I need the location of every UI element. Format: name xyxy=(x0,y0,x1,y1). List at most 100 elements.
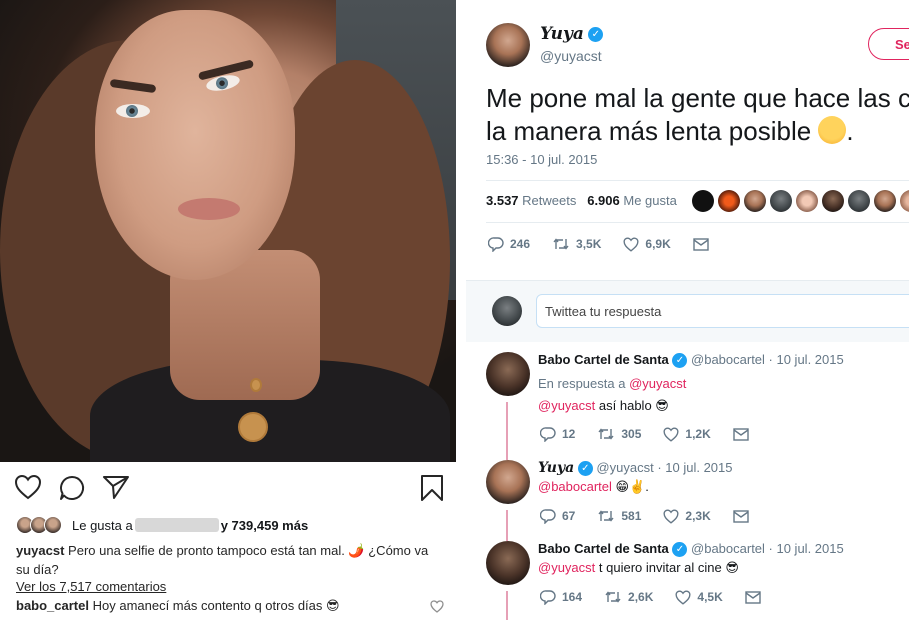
retweet-action[interactable]: 3,5K xyxy=(552,236,601,252)
like-icon xyxy=(675,590,691,605)
reply-avatar[interactable] xyxy=(486,541,530,585)
dm-action[interactable] xyxy=(745,590,767,604)
reply-actions: 67 581 2,3K xyxy=(540,508,777,524)
reply-date[interactable]: · 10 jul. 2015 xyxy=(769,541,844,556)
like-icon xyxy=(623,237,639,252)
reply-tweet[interactable]: Babo Cartel de Santa ✓ @babocartel · 10 … xyxy=(466,352,909,452)
retweet-count: 3,5K xyxy=(576,237,602,251)
comment-username[interactable]: babo_cartel xyxy=(16,598,89,613)
thread-line xyxy=(506,402,508,452)
retweet-action[interactable]: 305 xyxy=(597,426,641,442)
follow-button[interactable]: Se xyxy=(868,28,909,60)
reply-icon xyxy=(540,590,556,605)
reply-author-handle[interactable]: @yuyacst xyxy=(596,460,653,475)
reply-author-handle[interactable]: @babocartel xyxy=(691,352,765,367)
tweet-text-line2: la manera más lenta posible xyxy=(486,116,812,146)
reply-mention[interactable]: @yuyacst xyxy=(538,560,595,575)
author-line: Yuya ✓ xyxy=(540,24,604,44)
retweet-action[interactable]: 2,6K xyxy=(604,589,653,605)
in-reply-handle[interactable]: @yuyacst xyxy=(629,376,686,391)
reply-actions: 12 305 1,2K xyxy=(540,426,777,442)
retweet-icon xyxy=(553,238,569,250)
comment-icon[interactable] xyxy=(58,474,86,507)
blurred-username xyxy=(134,518,219,532)
retweets-label[interactable]: Retweets xyxy=(522,193,576,208)
reply-author-name[interactable]: Babo Cartel de Santa xyxy=(538,541,669,556)
retweet-action[interactable]: 581 xyxy=(597,508,641,524)
reply-tweet[interactable]: Babo Cartel de Santa ✓ @babocartel · 10 … xyxy=(466,534,909,620)
author-handle[interactable]: @yuyacst xyxy=(540,48,602,64)
mail-icon xyxy=(745,590,761,604)
reply-input[interactable]: Twittea tu respuesta xyxy=(536,294,909,328)
likes-count[interactable]: 6.906 xyxy=(587,193,620,208)
comment-text: Hoy amanecí más contento q otros días 😎 xyxy=(92,598,340,613)
reply-text: 😁✌️. xyxy=(615,479,649,494)
reply-avatar[interactable] xyxy=(486,352,530,396)
reply-avatar[interactable] xyxy=(486,460,530,504)
reply-action[interactable]: 67 xyxy=(540,508,575,524)
avatar[interactable] xyxy=(486,23,530,67)
heart-icon[interactable] xyxy=(14,474,42,505)
pendant-large xyxy=(238,412,268,442)
reply-text: así hablo 😎 xyxy=(598,398,669,413)
reply-date[interactable]: · 10 jul. 2015 xyxy=(769,352,844,367)
reply-author-name[interactable]: Yuya xyxy=(538,460,574,476)
my-avatar xyxy=(492,296,522,326)
retweet-icon xyxy=(598,428,614,440)
separator xyxy=(486,180,909,181)
reply-date[interactable]: · 10 jul. 2015 xyxy=(657,460,732,475)
reply-icon xyxy=(540,427,556,442)
dm-action[interactable] xyxy=(693,237,715,251)
reply-text-line: @yuyacst así hablo 😎 xyxy=(538,398,669,414)
dm-action[interactable] xyxy=(733,509,755,523)
reply-count: 246 xyxy=(510,237,531,251)
like-count: 1,2K xyxy=(685,427,711,441)
retweet-count: 305 xyxy=(621,427,642,441)
like-action[interactable]: 4,5K xyxy=(675,590,723,605)
bookmark-icon[interactable] xyxy=(420,474,444,507)
comment-like-icon[interactable] xyxy=(430,600,444,618)
reply-count: 12 xyxy=(562,427,576,441)
thread-line xyxy=(506,452,508,460)
in-reply-to: En respuesta a @yuyacst xyxy=(538,376,686,391)
like-icon xyxy=(663,509,679,524)
tweet-header: Yuya ✓ @yuyacst xyxy=(486,20,909,70)
likes-label[interactable]: Me gusta xyxy=(623,193,676,208)
tweet-text-line2-end: . xyxy=(846,116,854,146)
caption-username[interactable]: yuyacst xyxy=(16,543,64,558)
reply-count: 164 xyxy=(562,590,583,604)
view-comments-link[interactable]: Ver los 7,517 comentarios xyxy=(16,579,166,594)
reply-author-name[interactable]: Babo Cartel de Santa xyxy=(538,352,669,367)
like-action[interactable]: 2,3K xyxy=(663,509,711,524)
reply-mention[interactable]: @yuyacst xyxy=(538,398,595,413)
verified-badge-icon: ✓ xyxy=(672,353,688,369)
like-count: 6,9K xyxy=(645,237,671,251)
like-action[interactable]: 6,9K xyxy=(623,237,671,252)
reply-action[interactable]: 246 xyxy=(488,236,530,252)
reply-header: Babo Cartel de Santa ✓ @babocartel · 10 … xyxy=(538,541,844,558)
like-action[interactable]: 1,2K xyxy=(663,427,711,442)
retweets-count[interactable]: 3.537 xyxy=(486,193,519,208)
tweet-text-line1: Me pone mal la gente que hace las co xyxy=(486,83,909,113)
retweet-icon xyxy=(605,591,621,603)
reply-action[interactable]: 12 xyxy=(540,426,575,442)
author-name[interactable]: Yuya xyxy=(540,24,584,44)
reply-action[interactable]: 164 xyxy=(540,589,582,605)
post-caption: yuyacst Pero una selfie de pronto tampoc… xyxy=(16,541,436,579)
lips xyxy=(178,198,240,220)
like-count: 4,5K xyxy=(697,590,723,604)
reply-header: Babo Cartel de Santa ✓ @babocartel · 10 … xyxy=(538,352,844,369)
dm-action[interactable] xyxy=(733,427,755,441)
tweet-timestamp[interactable]: 15:36 - 10 jul. 2015 xyxy=(486,152,597,167)
likes-summary[interactable]: Le gusta a y 739,459 más xyxy=(16,515,308,535)
reply-header: Yuya ✓ @yuyacst · 10 jul. 2015 xyxy=(538,460,733,477)
post-photo[interactable] xyxy=(0,0,456,462)
reply-tweet[interactable]: Yuya ✓ @yuyacst · 10 jul. 2015 @babocart… xyxy=(466,452,909,536)
share-icon[interactable] xyxy=(102,474,130,505)
retweet-count: 581 xyxy=(621,509,642,523)
post-actions xyxy=(14,474,446,502)
likers-avatars[interactable] xyxy=(692,190,909,212)
verified-badge-icon: ✓ xyxy=(588,27,604,43)
reply-author-handle[interactable]: @babocartel xyxy=(691,541,765,556)
reply-mention[interactable]: @babocartel xyxy=(538,479,612,494)
